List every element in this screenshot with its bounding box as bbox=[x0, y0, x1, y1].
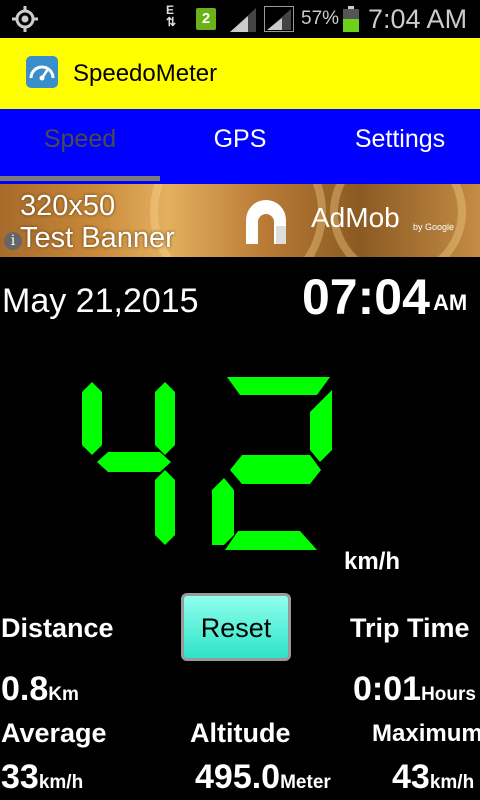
digit-2-segment bbox=[225, 531, 317, 550]
average-unit: km/h bbox=[38, 772, 84, 793]
digit-2-segment bbox=[310, 390, 332, 462]
average-value: 33 bbox=[1, 758, 39, 796]
maximum-value: 43 bbox=[392, 758, 430, 796]
altitude-unit: Meter bbox=[280, 772, 331, 793]
altitude-label: Altitude bbox=[190, 718, 291, 748]
maximum-label: Maximum bbox=[372, 720, 480, 747]
trip-time-unit: Hours bbox=[421, 684, 476, 705]
digit-2-segment bbox=[212, 478, 234, 545]
distance-unit: Km bbox=[48, 684, 79, 705]
maximum-unit: km/h bbox=[429, 772, 475, 793]
digit-4-segment bbox=[155, 470, 175, 545]
average-value-group: 33km/h bbox=[1, 758, 83, 797]
distance-value-group: 0.8Km bbox=[1, 670, 79, 709]
trip-time-value: 0:01 bbox=[353, 670, 422, 708]
distance-value: 0.8 bbox=[1, 670, 49, 708]
digit-4-segment bbox=[82, 382, 102, 455]
altitude-value-group: 495.0Meter bbox=[195, 758, 331, 797]
trip-time-label: Trip Time bbox=[350, 613, 470, 643]
digit-4-segment bbox=[155, 382, 175, 455]
digit-2-segment bbox=[230, 455, 321, 484]
digit-2-segment bbox=[227, 377, 330, 395]
altitude-value: 495.0 bbox=[195, 758, 281, 796]
trip-time-value-group: 0:01Hours bbox=[353, 670, 476, 709]
speed-unit: km/h bbox=[344, 548, 401, 575]
reset-button[interactable]: Reset bbox=[181, 593, 291, 661]
distance-label: Distance bbox=[1, 613, 114, 643]
maximum-value-group: 43km/h bbox=[392, 758, 474, 797]
average-label: Average bbox=[1, 718, 107, 748]
digit-4-segment bbox=[97, 452, 171, 472]
